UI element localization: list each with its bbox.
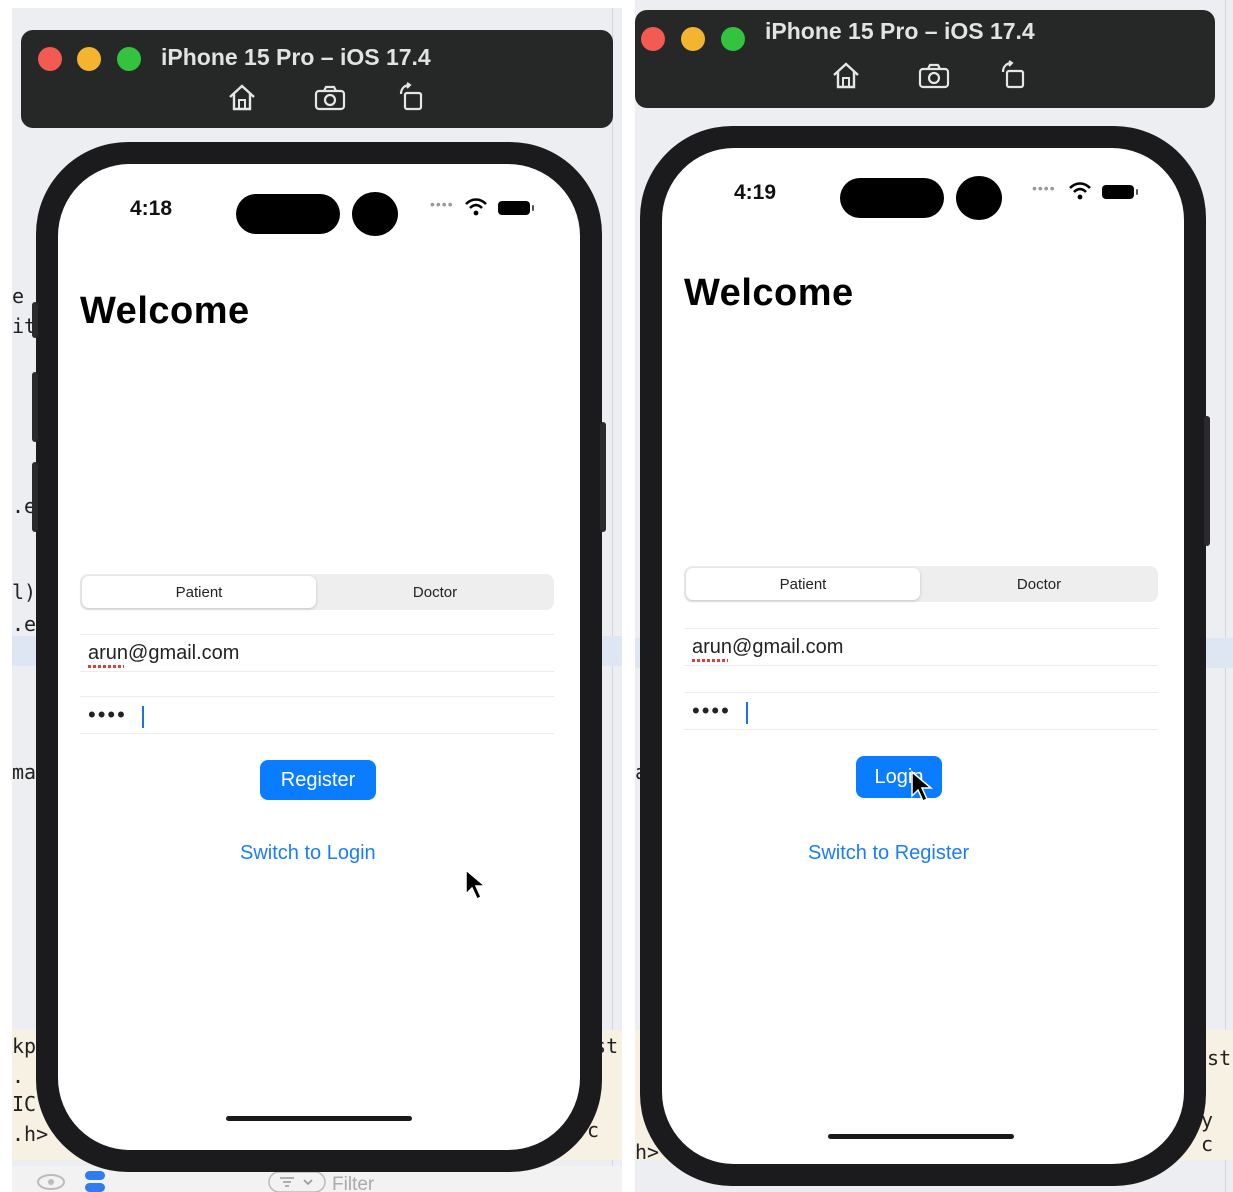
- side-button: [1204, 416, 1210, 546]
- email-field[interactable]: [80, 635, 554, 671]
- email-field-row: [684, 628, 1158, 666]
- filter-label: Filter: [332, 1174, 375, 1192]
- switch-to-register-link[interactable]: Switch to Register: [808, 842, 969, 865]
- zoom-window-button[interactable]: [117, 47, 141, 71]
- minimize-window-button[interactable]: [77, 47, 101, 71]
- code-fragment: kp: [12, 1034, 37, 1058]
- code-fragment: .e: [12, 612, 37, 636]
- code-fragment: l): [12, 580, 37, 604]
- segment-patient[interactable]: Patient: [686, 568, 920, 600]
- home-indicator: [226, 1116, 412, 1121]
- editor-guide: [1225, 0, 1226, 1192]
- filter-icon[interactable]: [268, 1170, 326, 1192]
- phone-screen: 4:18 •••• Welcome Patient Doctor Registe…: [58, 164, 580, 1150]
- status-time: 4:18: [130, 197, 173, 220]
- side-button: [600, 422, 606, 532]
- simulator-title: iPhone 15 Pro – iOS 17.4: [765, 18, 1035, 44]
- email-field-row: [80, 634, 554, 672]
- eye-icon[interactable]: [36, 1172, 66, 1192]
- camera-cutout: [956, 176, 1002, 220]
- rotate-icon[interactable]: [395, 82, 429, 112]
- home-indicator: [828, 1134, 1014, 1139]
- close-window-button[interactable]: [641, 27, 665, 51]
- email-field[interactable]: [684, 629, 1158, 665]
- battery-icon: [498, 201, 534, 215]
- signal-icon: ••••: [430, 196, 454, 212]
- page-title: Welcome: [684, 272, 854, 314]
- camera-cutout: [352, 192, 398, 236]
- left-simulator-panel: e it .e l) .e ma kp . IC .h> nst y c Fil…: [12, 8, 622, 1192]
- segment-doctor[interactable]: Doctor: [922, 568, 1156, 600]
- battery-icon: [1102, 185, 1138, 199]
- code-fragment: e: [12, 284, 25, 308]
- password-field-row: [684, 692, 1158, 730]
- iphone-frame: 4:18 •••• Welcome Patient Doctor Registe…: [32, 142, 606, 1172]
- segment-patient[interactable]: Patient: [82, 576, 316, 608]
- spellcheck-underline: [692, 659, 728, 662]
- mouse-cursor-icon: [911, 770, 934, 803]
- wifi-icon: [465, 198, 487, 216]
- password-field[interactable]: [80, 697, 554, 733]
- home-icon[interactable]: [829, 60, 863, 90]
- register-button[interactable]: Register: [260, 760, 376, 800]
- mouse-cursor-icon: [465, 868, 488, 901]
- volume-up-button: [32, 372, 38, 442]
- status-time: 4:19: [734, 181, 777, 204]
- screenshot-icon[interactable]: [917, 60, 951, 90]
- simulator-toolbar: iPhone 15 Pro – iOS 17.4: [635, 10, 1215, 108]
- role-segmented-control: Patient Doctor: [684, 566, 1158, 602]
- home-icon[interactable]: [225, 82, 259, 112]
- zoom-window-button[interactable]: [721, 27, 745, 51]
- right-simulator-panel: a h> nst y c iPhone 15 Pro – iOS 17.4 4:…: [635, 0, 1233, 1192]
- wifi-icon: [1069, 182, 1091, 200]
- spellcheck-underline: [88, 665, 124, 668]
- code-fragment: IC: [12, 1092, 37, 1116]
- code-fragment: y c: [1201, 1108, 1214, 1156]
- dynamic-island: [236, 194, 340, 234]
- switch-to-login-link[interactable]: Switch to Login: [240, 842, 376, 865]
- action-button: [32, 302, 38, 338]
- text-caret: [746, 702, 748, 724]
- segment-doctor[interactable]: Doctor: [318, 576, 552, 608]
- screenshot-icon[interactable]: [313, 82, 347, 112]
- simulator-toolbar: iPhone 15 Pro – iOS 17.4: [21, 30, 613, 128]
- close-window-button[interactable]: [38, 47, 62, 71]
- editor-guide: [612, 8, 613, 1192]
- phone-screen: 4:19 •••• Welcome Patient Doctor Login S: [662, 148, 1184, 1164]
- simulator-title: iPhone 15 Pro – iOS 17.4: [161, 44, 431, 70]
- signal-icon: ••••: [1032, 180, 1056, 196]
- code-fragment: .: [12, 1064, 25, 1088]
- password-field-row: [80, 696, 554, 734]
- iphone-frame: 4:19 •••• Welcome Patient Doctor Login S: [640, 126, 1210, 1186]
- code-fragment: .h>: [12, 1122, 49, 1146]
- role-segmented-control: Patient Doctor: [80, 574, 554, 610]
- code-fragment: ma: [12, 760, 37, 784]
- minimize-window-button[interactable]: [681, 27, 705, 51]
- rotate-icon[interactable]: [997, 60, 1031, 90]
- toggle-icon[interactable]: [84, 1170, 106, 1192]
- page-title: Welcome: [80, 290, 250, 332]
- volume-down-button: [32, 462, 38, 532]
- dynamic-island: [840, 178, 944, 218]
- password-field[interactable]: [684, 693, 1158, 729]
- text-caret: [142, 706, 144, 728]
